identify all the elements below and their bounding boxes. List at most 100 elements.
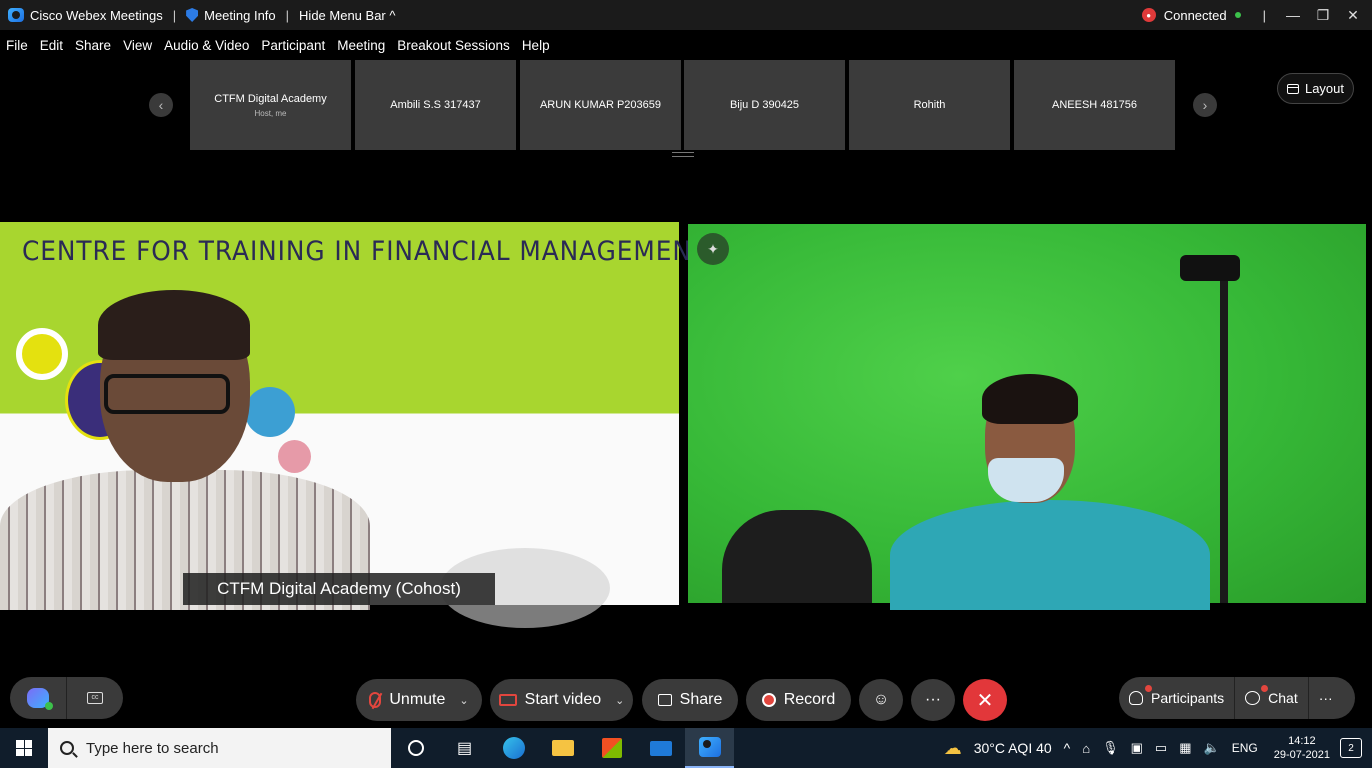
menu-bar: File Edit Share View Audio & Video Parti…: [0, 30, 1372, 60]
meeting-info-label: Meeting Info: [204, 7, 276, 23]
chevron-down-icon[interactable]: ⌄: [615, 694, 624, 707]
cortana-button[interactable]: [391, 728, 440, 768]
app-name: Cisco Webex Meetings: [30, 7, 163, 23]
notification-center-button[interactable]: 2: [1340, 738, 1362, 758]
minimize-button[interactable]: —: [1278, 7, 1308, 23]
menu-edit[interactable]: Edit: [40, 38, 63, 53]
language-indicator[interactable]: ENG: [1226, 741, 1264, 755]
notification-count: 2: [1348, 742, 1354, 754]
camera-stand: [1220, 270, 1228, 603]
restore-button[interactable]: ❐: [1308, 7, 1338, 24]
participant-tile[interactable]: CTFM Digital Academy Host, me: [190, 60, 351, 150]
menu-participant[interactable]: Participant: [261, 38, 325, 53]
task-view-icon: ▤: [456, 740, 473, 757]
more-icon: ···: [925, 691, 941, 708]
chat-button[interactable]: Chat: [1235, 677, 1308, 719]
speaker-hair: [982, 374, 1078, 424]
participant-tile[interactable]: Biju D 390425: [684, 60, 845, 150]
strip-next-button[interactable]: ›: [1193, 93, 1217, 117]
weather-text[interactable]: 30°C AQI 40: [968, 740, 1058, 756]
chevron-down-icon[interactable]: ⌄: [459, 694, 468, 707]
device-icon[interactable]: ⌂: [1076, 741, 1096, 756]
clock-date: 29-07-2021: [1273, 749, 1330, 761]
participants-button[interactable]: Participants: [1119, 677, 1234, 719]
edge-button[interactable]: [489, 728, 538, 768]
share-label: Share: [679, 691, 723, 708]
more-options-button[interactable]: ···: [911, 679, 955, 721]
record-button[interactable]: Record: [746, 679, 851, 721]
participant-name: ANEESH 481756: [1052, 99, 1137, 111]
store-icon: [601, 738, 622, 758]
volume-icon[interactable]: 🔈: [1198, 740, 1226, 756]
start-button[interactable]: [0, 728, 48, 768]
close-window-button[interactable]: ✕: [1338, 7, 1368, 24]
reactions-button[interactable]: ☺: [859, 679, 903, 721]
decorative-circle: [278, 440, 311, 473]
menu-share[interactable]: Share: [75, 38, 111, 53]
person-icon: [1129, 691, 1143, 705]
layout-label: Layout: [1304, 81, 1345, 96]
hide-menu-bar-button[interactable]: Hide Menu Bar ^: [291, 8, 403, 23]
menu-meeting[interactable]: Meeting: [337, 38, 385, 53]
panel-more-button[interactable]: ···: [1309, 677, 1343, 719]
video-name-label: CTFM Digital Academy (Cohost): [183, 573, 495, 605]
menu-breakout-sessions[interactable]: Breakout Sessions: [397, 38, 510, 53]
mail-button[interactable]: [636, 728, 685, 768]
assistant-button[interactable]: [10, 677, 66, 719]
task-view-button[interactable]: ▤: [440, 728, 489, 768]
speaker-mask: [988, 458, 1064, 502]
start-video-label: Start video: [524, 691, 602, 708]
edge-icon: [502, 737, 525, 759]
menu-file[interactable]: File: [6, 38, 28, 53]
windows-logo-icon: [16, 740, 32, 756]
menu-view[interactable]: View: [123, 38, 152, 53]
network-icon[interactable]: ▦: [1173, 740, 1197, 756]
chat-label: Chat: [1268, 690, 1298, 706]
meeting-info-button[interactable]: Meeting Info: [178, 8, 284, 23]
microphone-icon[interactable]: 🎙: [1096, 740, 1125, 756]
captions-button[interactable]: cc: [67, 677, 123, 719]
pin-icon[interactable]: ✦: [697, 233, 729, 265]
participant-tile[interactable]: ANEESH 481756: [1014, 60, 1175, 150]
assistant-icon: [27, 688, 53, 710]
participants-label: Participants: [1151, 690, 1225, 706]
webex-icon: [698, 737, 721, 757]
right-controls: Participants Chat ···: [1119, 677, 1355, 719]
webex-taskbar-button[interactable]: [685, 728, 734, 768]
record-status-icon: ●: [1141, 8, 1156, 22]
share-button[interactable]: Share: [642, 679, 738, 721]
system-tray: ☁ 30°C AQI 40 ^ ⌂ 🎙 ▣ ▭ ▦ 🔈 ENG 14:12 29…: [938, 728, 1372, 768]
clock-time: 14:12: [1288, 735, 1316, 747]
display-icon[interactable]: ▣: [1125, 740, 1149, 756]
hide-menu-label: Hide Menu Bar ^: [299, 7, 396, 23]
left-controls: cc: [10, 677, 123, 719]
participant-tile[interactable]: Ambili S.S 317437: [355, 60, 516, 150]
participant-name: Biju D 390425: [729, 99, 800, 111]
participant-name: CTFM Digital Academy: [214, 92, 327, 105]
start-video-button[interactable]: Start video ⌄: [490, 679, 633, 721]
chevron-up-icon[interactable]: ^: [1058, 740, 1077, 756]
titlebar-divider: |: [1262, 7, 1266, 23]
camera-off-icon: [498, 694, 517, 706]
mic-off-icon: [369, 692, 382, 708]
notification-dot: [1261, 685, 1269, 692]
store-button[interactable]: [587, 728, 636, 768]
layout-button[interactable]: Layout: [1277, 73, 1354, 104]
participant-tile[interactable]: Rohith: [849, 60, 1010, 150]
app-title: Cisco Webex Meetings: [0, 8, 171, 23]
unmute-button[interactable]: Unmute ⌄: [356, 679, 482, 721]
file-explorer-button[interactable]: [538, 728, 587, 768]
decorative-circle: [245, 387, 295, 437]
chair: [722, 510, 872, 603]
strip-prev-button[interactable]: ‹: [149, 93, 173, 117]
presenter-hair: [98, 290, 250, 360]
menu-help[interactable]: Help: [522, 38, 550, 53]
participant-tile[interactable]: ARUN KUMAR P203659: [520, 60, 681, 150]
strip-resize-handle[interactable]: [672, 152, 694, 157]
taskbar-search[interactable]: Type here to search: [48, 728, 391, 768]
leave-meeting-button[interactable]: ✕: [963, 679, 1007, 721]
battery-icon[interactable]: ▭: [1149, 740, 1173, 756]
connection-status: Connected: [1163, 7, 1227, 23]
clock[interactable]: 14:12 29-07-2021: [1264, 734, 1340, 762]
menu-audio-video[interactable]: Audio & Video: [164, 38, 249, 53]
